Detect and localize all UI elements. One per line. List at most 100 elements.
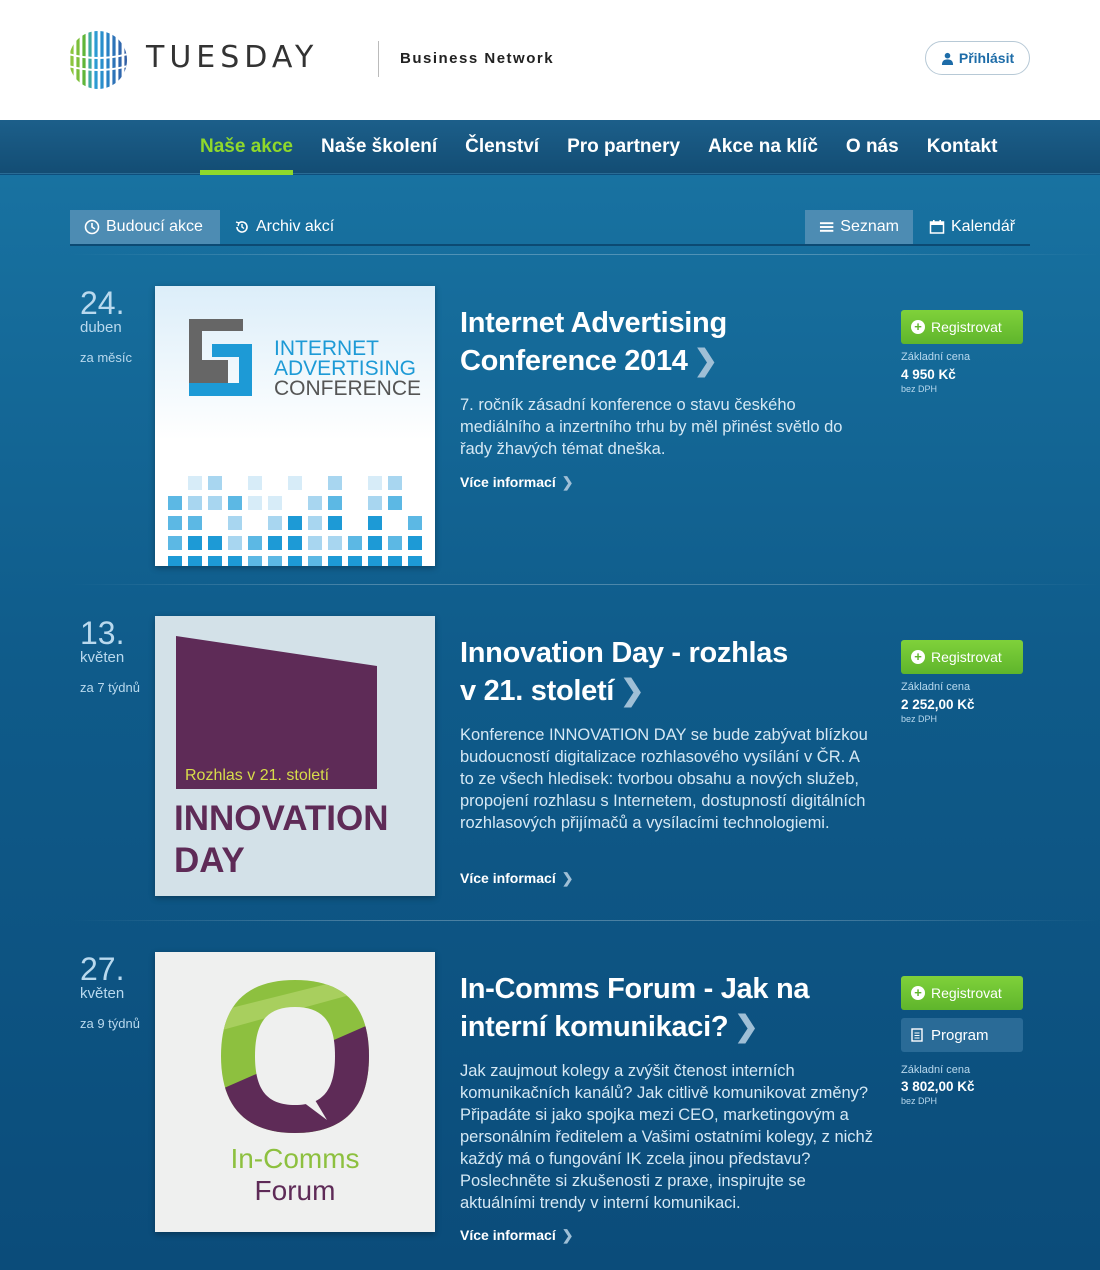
decorative-square xyxy=(248,536,262,550)
event-description: Jak zaujmout kolegy a zvýšit čtenost int… xyxy=(460,1062,873,1212)
register-button[interactable]: + Registrovat xyxy=(901,310,1023,344)
event-separator xyxy=(70,584,1100,585)
decorative-square xyxy=(388,496,402,510)
decorative-square xyxy=(308,556,322,566)
decorative-square xyxy=(308,536,322,550)
incomms-logo-line1: In-Comms xyxy=(230,1143,359,1174)
event-title-line1: Internet Advertising xyxy=(460,307,727,339)
decorative-square xyxy=(208,536,222,550)
event-title[interactable]: Innovation Day - rozhlas v 21. století ❯ xyxy=(460,634,870,710)
chevron-right-icon: ❯ xyxy=(561,1227,574,1243)
chevron-right-icon: ❯ xyxy=(734,1011,759,1043)
chevron-right-icon: ❯ xyxy=(561,870,574,886)
decorative-square xyxy=(328,516,342,530)
document-icon xyxy=(911,1028,923,1042)
brand-tagline: Business Network xyxy=(400,50,555,67)
nav-item-akce-na-klic[interactable]: Akce na klíč xyxy=(708,120,818,174)
event-title-line1: Innovation Day - rozhlas xyxy=(460,637,788,669)
chevron-right-icon: ❯ xyxy=(620,675,645,707)
more-info-link[interactable]: Více informací ❯ xyxy=(460,474,573,491)
plus-circle-icon: + xyxy=(911,320,925,334)
nav-item-kontakt[interactable]: Kontakt xyxy=(927,120,998,174)
program-button[interactable]: Program xyxy=(901,1018,1023,1052)
plus-circle-icon: + xyxy=(911,650,925,664)
event-title-line2: v 21. století xyxy=(460,675,615,707)
nav-item-o-nas[interactable]: O nás xyxy=(846,120,899,174)
list-view-label: Seznam xyxy=(840,218,899,235)
event-image-iac[interactable]: INTERNET ADVERTISING CONFERENCE xyxy=(155,286,435,566)
more-info-link[interactable]: Více informací ❯ xyxy=(460,1227,573,1244)
innovation-logo-sub: Rozhlas v 21. století xyxy=(185,767,330,784)
decorative-square xyxy=(188,556,202,566)
decorative-square xyxy=(188,536,202,550)
register-button[interactable]: + Registrovat xyxy=(901,640,1023,674)
globe-logo-icon[interactable] xyxy=(68,30,128,90)
decorative-square xyxy=(328,496,342,510)
upcoming-events-tab[interactable]: Budoucí akce xyxy=(70,210,220,244)
event-item: 13. květen za 7 týdnů Rozhlas v 21. stol… xyxy=(70,584,1100,896)
register-button[interactable]: + Registrovat xyxy=(901,976,1023,1010)
more-info-label: Více informací xyxy=(460,870,556,886)
event-filter-bar: Budoucí akce Archiv akcí Seznam Kalendář xyxy=(70,210,1030,246)
decorative-square xyxy=(208,476,222,490)
calendar-view-tab[interactable]: Kalendář xyxy=(915,210,1029,244)
calendar-icon xyxy=(929,220,945,234)
decorative-square xyxy=(408,516,422,530)
main-nav: Naše akce Naše školení Členství Pro part… xyxy=(0,120,1100,175)
event-relative-time: za 9 týdnů xyxy=(80,1016,140,1031)
decorative-square xyxy=(288,476,302,490)
decorative-square xyxy=(228,496,242,510)
decorative-square xyxy=(328,476,342,490)
decorative-square xyxy=(268,556,282,566)
decorative-square xyxy=(248,476,262,490)
chevron-right-icon: ❯ xyxy=(561,474,574,490)
decorative-square xyxy=(288,556,302,566)
decorative-square xyxy=(348,556,362,566)
event-separator xyxy=(70,920,1100,921)
event-image-in-comms-forum[interactable]: In-Comms Forum xyxy=(155,952,435,1232)
event-relative-time: za 7 týdnů xyxy=(80,680,140,695)
login-button[interactable]: Přihlásit xyxy=(925,41,1030,75)
decorative-square xyxy=(228,556,242,566)
decorative-square xyxy=(368,536,382,550)
event-title[interactable]: Internet Advertising Conference 2014 ❯ xyxy=(460,304,870,380)
decorative-square xyxy=(408,556,422,566)
event-day: 27. xyxy=(80,951,125,987)
nav-item-nase-skoleni[interactable]: Naše školení xyxy=(321,120,437,174)
decorative-square xyxy=(168,556,182,566)
nav-item-nase-akce[interactable]: Naše akce xyxy=(200,120,293,175)
price-value: 2 252,00 Kč xyxy=(901,697,975,712)
price-label: Základní cena xyxy=(901,681,971,693)
decorative-square xyxy=(188,516,202,530)
decorative-square xyxy=(168,536,182,550)
decorative-square xyxy=(308,496,322,510)
event-relative-time: za měsíc xyxy=(80,350,133,365)
decorative-square xyxy=(288,536,302,550)
more-info-label: Více informací xyxy=(460,1227,556,1243)
event-month: květen xyxy=(80,649,125,666)
innovation-logo-line1: INNOVATION xyxy=(174,799,389,838)
decorative-square xyxy=(268,516,282,530)
event-date: 13. květen za 7 týdnů xyxy=(70,616,155,695)
login-label: Přihlásit xyxy=(958,50,1015,66)
more-info-link[interactable]: Více informací ❯ xyxy=(460,870,573,887)
price-label: Základní cena xyxy=(901,1064,971,1076)
brand-name[interactable]: TUESDAY xyxy=(146,40,318,75)
chevron-right-icon: ❯ xyxy=(693,345,718,377)
archive-events-tab[interactable]: Archiv akcí xyxy=(220,210,348,244)
decorative-square xyxy=(208,496,222,510)
event-image-innovation-day[interactable]: Rozhlas v 21. století INNOVATION DAY xyxy=(155,616,435,896)
speech-bubble-logo-icon: In-Comms Forum xyxy=(221,980,369,1206)
more-info-label: Více informací xyxy=(460,474,556,490)
list-view-tab[interactable]: Seznam xyxy=(805,210,913,244)
nav-item-clenstvi[interactable]: Členství xyxy=(465,120,539,174)
plus-circle-icon: + xyxy=(911,986,925,1000)
decorative-square xyxy=(388,536,402,550)
nav-item-pro-partnery[interactable]: Pro partnery xyxy=(567,120,680,174)
event-day: 13. xyxy=(80,615,125,651)
event-title[interactable]: In-Comms Forum - Jak na interní komunika… xyxy=(460,970,870,1046)
decorative-square xyxy=(268,496,282,510)
event-title-line2: Conference 2014 xyxy=(460,345,688,377)
iac-logo-icon: INTERNET ADVERTISING CONFERENCE xyxy=(168,319,422,566)
event-date: 24. duben za měsíc xyxy=(70,286,155,365)
